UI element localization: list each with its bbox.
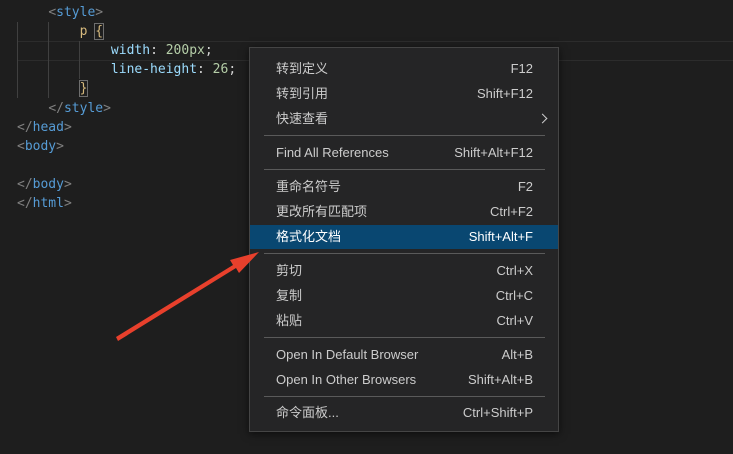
- context-menu: 转到定义 F12 转到引用 Shift+F12 快速查看 Find All Re…: [249, 47, 559, 432]
- menu-item-open-other-browsers[interactable]: Open In Other Browsers Shift+Alt+B: [250, 368, 558, 392]
- code-token: html: [32, 196, 64, 211]
- menu-item-copy[interactable]: 复制 Ctrl+C: [250, 284, 558, 308]
- menu-item-goto-definition[interactable]: 转到定义 F12: [250, 57, 558, 81]
- menu-item-paste[interactable]: 粘贴 Ctrl+V: [250, 309, 558, 333]
- code-token: ;: [228, 62, 237, 78]
- code-line: }: [17, 79, 89, 98]
- code-token: </: [17, 119, 33, 135]
- menu-item-shortcut: Shift+Alt+F: [468, 229, 533, 244]
- code-token: >: [95, 5, 104, 20]
- menu-item-open-default-browser[interactable]: Open In Default Browser Alt+B: [250, 343, 558, 367]
- menu-item-shortcut: F12: [510, 61, 533, 76]
- code-line: </head>: [17, 118, 72, 137]
- menu-item-goto-references[interactable]: 转到引用 Shift+F12: [250, 82, 558, 106]
- code-token: body: [32, 176, 64, 192]
- menu-item-label: 命令面板...: [276, 405, 339, 420]
- code-token: >: [103, 100, 111, 116]
- menu-separator: [264, 337, 545, 338]
- menu-item-label: 格式化文档: [276, 229, 342, 244]
- code-token: 26: [212, 62, 229, 78]
- menu-separator: [264, 169, 545, 170]
- code-line: </style>: [17, 99, 111, 118]
- code-token: :: [150, 43, 166, 59]
- code-token: 200px: [165, 43, 205, 59]
- code-line: p {: [17, 22, 105, 41]
- menu-item-peek[interactable]: 快速查看: [250, 107, 558, 131]
- code-token: style: [56, 5, 96, 20]
- menu-item-label: 重命名符号: [276, 179, 342, 194]
- code-token: >: [63, 119, 72, 135]
- menu-separator: [264, 253, 545, 254]
- menu-item-shortcut: Ctrl+X: [496, 263, 533, 278]
- menu-item-shortcut: Shift+Alt+B: [467, 372, 533, 387]
- code-line: <body>: [17, 137, 64, 156]
- code-token: </: [48, 100, 64, 116]
- code-token: body: [24, 138, 57, 154]
- code-token: >: [63, 196, 72, 211]
- menu-item-shortcut: Ctrl+C: [495, 288, 533, 303]
- code-token: >: [56, 138, 64, 154]
- code-token: {: [94, 23, 105, 41]
- menu-item-label: 粘贴: [276, 313, 303, 328]
- code-token: ;: [204, 43, 213, 59]
- menu-item-label: 更改所有匹配项: [276, 204, 368, 219]
- code-token: >: [63, 176, 72, 192]
- menu-separator: [264, 396, 545, 397]
- code-line: </html>: [17, 194, 72, 213]
- code-line: </body>: [17, 175, 72, 194]
- code-token: <: [48, 5, 57, 20]
- chevron-right-icon: [537, 113, 548, 124]
- menu-item-find-all-references[interactable]: Find All References Shift+Alt+F12: [250, 141, 558, 165]
- menu-item-shortcut: Ctrl+Shift+P: [462, 405, 533, 420]
- code-token: :: [197, 62, 213, 78]
- code-token: width: [110, 43, 151, 59]
- menu-item-shortcut: F2: [517, 179, 533, 194]
- menu-separator: [264, 135, 545, 136]
- code-token: line-height: [110, 62, 198, 78]
- code-token: </: [17, 176, 33, 192]
- menu-item-command-palette[interactable]: 命令面板... Ctrl+Shift+P: [250, 401, 558, 425]
- menu-item-cut[interactable]: 剪切 Ctrl+X: [250, 259, 558, 283]
- menu-item-label: 快速查看: [276, 111, 329, 126]
- menu-item-shortcut: Shift+F12: [476, 86, 533, 101]
- code-token: style: [63, 100, 104, 116]
- menu-item-rename-symbol[interactable]: 重命名符号 F2: [250, 175, 558, 199]
- menu-item-format-document[interactable]: 格式化文档 Shift+Alt+F: [250, 225, 558, 249]
- code-token: </: [17, 196, 33, 211]
- code-line: line-height: 26;: [17, 60, 236, 79]
- menu-item-label: Open In Other Browsers: [276, 372, 417, 387]
- menu-item-change-all-occurrences[interactable]: 更改所有匹配项 Ctrl+F2: [250, 200, 558, 224]
- code-line: <style>: [17, 3, 103, 22]
- vscode-window: <style> p { width: 200px; line-height: 2…: [0, 0, 733, 454]
- menu-item-shortcut: Alt+B: [501, 347, 533, 362]
- code-token: head: [32, 119, 64, 135]
- menu-item-label: 转到引用: [276, 86, 329, 101]
- menu-item-label: 复制: [276, 288, 303, 303]
- code-line: width: 200px;: [17, 41, 213, 60]
- menu-item-shortcut: Ctrl+V: [496, 313, 533, 328]
- code-token: }: [78, 80, 89, 98]
- menu-item-label: Open In Default Browser: [276, 347, 419, 362]
- menu-item-label: 转到定义: [276, 61, 329, 76]
- code-token: <: [17, 138, 25, 154]
- menu-item-shortcut: Ctrl+F2: [490, 204, 533, 219]
- menu-item-label: 剪切: [276, 263, 303, 278]
- menu-item-label: Find All References: [276, 145, 389, 160]
- menu-item-shortcut: Shift+Alt+F12: [454, 145, 533, 160]
